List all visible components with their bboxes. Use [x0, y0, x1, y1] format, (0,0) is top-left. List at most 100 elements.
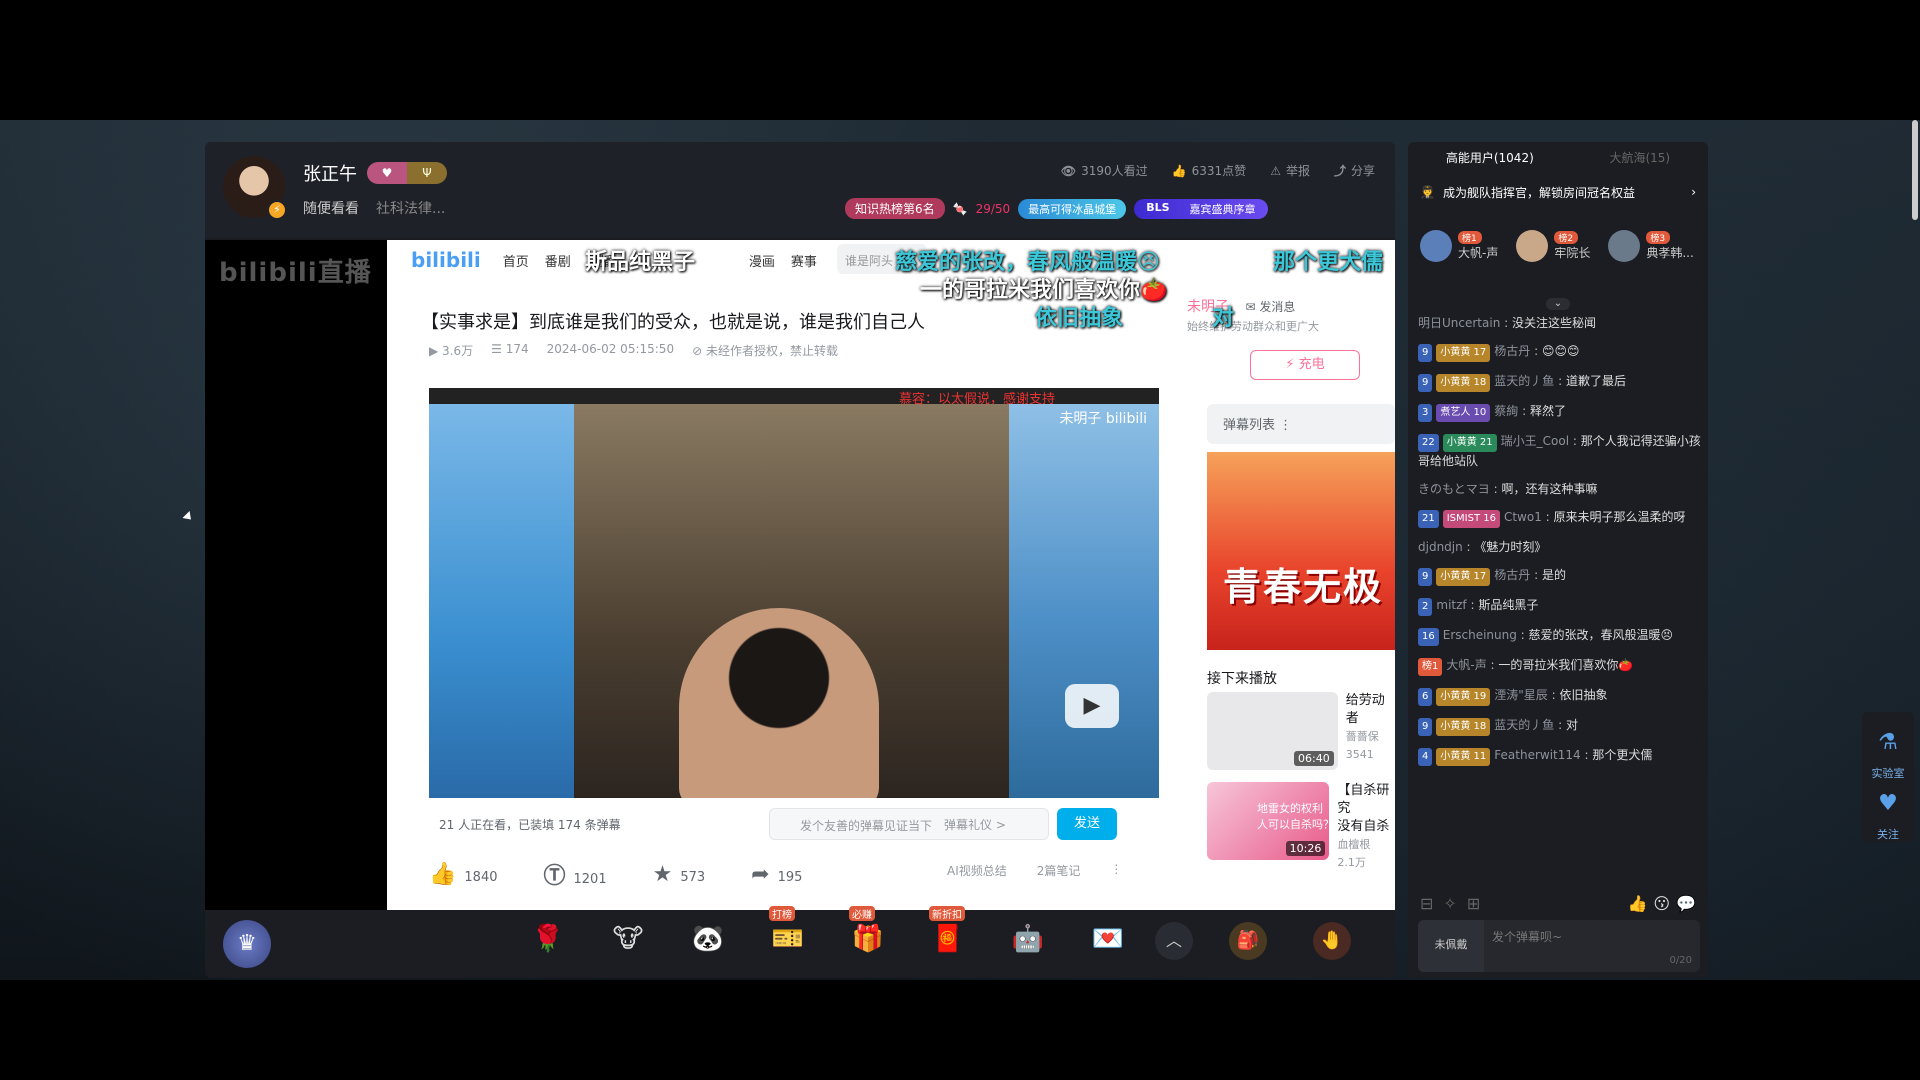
video-title: 【实事求是】到底谁是我们的受众，也就是说，谁是我们自己人 — [421, 312, 925, 333]
top-user[interactable]: 榜2 牢院长 — [1516, 230, 1590, 262]
lab-label[interactable]: 实验室 — [1872, 765, 1905, 781]
page-scrollbar[interactable] — [1912, 120, 1918, 220]
share-action: ➦ 195 — [751, 861, 803, 887]
report-button[interactable]: ⚠ 举报 — [1270, 162, 1310, 179]
share-button[interactable]: ⤴ 分享 — [1334, 162, 1375, 179]
duration: 06:40 — [1294, 751, 1334, 766]
chat-message: 9 小黄黄 17 杨古丹 : 是的 — [1418, 566, 1703, 586]
quick-emotes: 👍 😗 💬 — [1627, 894, 1696, 913]
chat-message: 4 小黄黄 11 Featherwit114 : 那个更犬儒 — [1418, 746, 1703, 766]
emoji-picker-icon[interactable]: ✧ — [1443, 894, 1456, 913]
chat-message: djdndjn : 《魅力时刻》 — [1418, 540, 1547, 554]
chat-messages[interactable]: 明日Uncertain : 没关注这些秘闻 9 小黄黄 17 杨古丹 : 😊😊😊 9… — [1418, 314, 1703, 862]
face-emote-icon[interactable]: 😗 — [1653, 894, 1670, 913]
recommend-info: 给劳动者 薔薔保 3541 — [1346, 692, 1395, 772]
send-message-link: ✉ 发消息 — [1245, 300, 1296, 314]
streamer-name[interactable]: 张正午 — [303, 160, 357, 186]
room-header: ⚡ 张正午 ♥ Ψ 随便看看 社科法律... 👁 3190人看过 👍 6331点赞 … — [205, 142, 1395, 238]
medal-wear-button[interactable]: 未佩戴 — [1418, 920, 1484, 972]
views-text: ▶ 3.6万 — [429, 344, 474, 358]
more-icon: ⋮ — [1110, 862, 1123, 876]
shared-screen-page: bilibili 首页 番剧 直播 漫画 赛事 谁是阿头 【实事求是】到底谁是我… — [387, 240, 1395, 910]
danmaku-style-icon[interactable]: ⊟ — [1420, 894, 1433, 913]
chat-message: 21 ISMIST 16 Ctwo1 : 原来未明子那么温柔的呀 — [1418, 508, 1703, 528]
watching-text: 21 人正在看，已装填 174 条弹幕 — [439, 817, 621, 832]
recommend-thumb: 地雷女的权利 人可以自杀吗？ 10:26 — [1207, 782, 1330, 860]
danmaku-item: 那个更犬儒 — [1273, 250, 1384, 275]
chevron-up-icon[interactable]: ︿ — [1155, 922, 1193, 960]
next-play-title: 接下来播放 — [1207, 671, 1277, 687]
danmaku-list-header: 弹幕列表 ⋮ — [1207, 404, 1395, 444]
notes-count: 2篇笔记 — [1036, 864, 1081, 878]
rank-pill[interactable]: 知识热榜第6名 — [845, 198, 945, 219]
chat-input[interactable]: 未佩戴 发个弹幕呗~ 0/20 — [1418, 920, 1700, 972]
bls-label: BLS — [1146, 200, 1170, 214]
avatar — [1516, 230, 1549, 262]
like-count[interactable]: 👍 6331点赞 — [1172, 162, 1247, 179]
gift-card-icon[interactable]: 打榜 🎫 — [765, 906, 811, 962]
gift-cow-icon[interactable]: 🐮 — [605, 916, 651, 962]
ai-summary: AI视频总结 — [947, 864, 1007, 878]
video-meta: ▶ 3.6万 ☰ 174 2024-06-02 05:15:50 ⊘ 未经作者授… — [429, 342, 838, 359]
recommend-uploader: 薔薔保 — [1345, 730, 1379, 743]
nav-item: 首页 — [502, 254, 529, 270]
crown-icon[interactable]: ♛ — [223, 920, 271, 968]
top-user[interactable]: 榜1 大帆-声 — [1420, 230, 1498, 262]
share-icon: ⤴ — [1333, 164, 1346, 178]
captain-icon: 🧑‍✈️ — [1420, 185, 1435, 199]
gold-gift-icon[interactable]: 🤚 — [1313, 922, 1351, 960]
area-secondary[interactable]: 社科法律... — [376, 198, 445, 218]
area-primary[interactable]: 随便看看 — [303, 198, 359, 218]
forward-icon: ➦ — [751, 861, 770, 887]
chat-message: きのもとマヨ : 啊，还有这种事嘛 — [1418, 482, 1598, 496]
gift-letter-icon[interactable]: 💌 — [1085, 916, 1131, 962]
follow-label[interactable]: 关注 — [1877, 826, 1899, 842]
like-emote-icon[interactable]: 👍 — [1627, 894, 1647, 913]
gift-flower-icon[interactable]: 🌹 — [525, 916, 571, 962]
heart-follow-icon[interactable]: ♥ — [1878, 791, 1898, 816]
avatar — [1420, 230, 1452, 262]
tab-high-energy[interactable]: 高能用户(1042) — [1446, 149, 1534, 166]
rank-badge: 榜3 — [1646, 231, 1671, 244]
room-stats: 👁 3190人看过 👍 6331点赞 ⚠ 举报 ⤴ 分享 — [1061, 162, 1375, 179]
chat-message: 16 Erscheinung : 慈爱的张改，春风般温暖😣 — [1418, 626, 1703, 646]
chat-input-placeholder[interactable]: 发个弹幕呗~ — [1484, 920, 1700, 972]
guard-banner[interactable]: 🧑‍✈️ 成为舰队指挥官，解锁房间冠名权益 › — [1420, 178, 1696, 206]
gift-list: 🌹 🐮 🐼 打榜 🎫 必赚 🎁 新折扣 🧧 🤖 💌 — [525, 906, 1131, 962]
recommend-info: 【自杀研究 没有自杀 血檀根 2.1万 — [1337, 782, 1395, 869]
ad-text: 青春无极 — [1223, 565, 1384, 609]
tab-guard[interactable]: 大航海(15) — [1609, 149, 1670, 166]
ice-castle-pill[interactable]: 最高可得冰晶城堡 — [1018, 198, 1127, 219]
uploader-info: 未明子 ✉ 发消息 始终维护劳动群众和更广大 — [1187, 296, 1319, 333]
top-user[interactable]: 榜3 典孝韩... — [1608, 230, 1694, 262]
chat-message: 3 煮艺人 10 蔡絢 : 释然了 — [1418, 402, 1703, 422]
recommend-views: 3541 — [1345, 748, 1374, 761]
live-video[interactable]: bilibili直播 bilibili 首页 番剧 直播 漫画 赛事 谁是阿头 … — [205, 240, 1395, 910]
fan-medal[interactable]: ♥ Ψ — [367, 162, 447, 184]
recommend-thumb: 06:40 — [1207, 692, 1338, 770]
gift-envelope-icon[interactable]: 新折扣 🧧 — [925, 906, 971, 962]
gift-panda-icon[interactable]: 🐼 — [685, 916, 731, 962]
gift-box-icon[interactable]: 必赚 🎁 — [845, 906, 891, 962]
chat-settings-icon[interactable]: ⊞ — [1467, 894, 1480, 913]
top-users: 榜1 大帆-声 榜2 牢院长 榜3 典孝韩... — [1420, 230, 1694, 262]
eye-icon: 👁 — [1060, 163, 1077, 178]
flask-icon[interactable]: ⚗ — [1878, 730, 1898, 755]
chat-message: 6 小黄黄 19 湮涛"星辰 : 依旧抽象 — [1418, 686, 1703, 706]
favorite-action: ★ 573 — [652, 861, 706, 887]
recommend-item: 地雷女的权利 人可以自杀吗？ 10:26 【自杀研究 没有自杀 血檀根 2.1万 — [1207, 782, 1395, 869]
bls-subtitle: 嘉宾盛典序章 — [1189, 202, 1256, 216]
seascape-screen — [1009, 404, 1159, 798]
top-user-name: 大帆-声 — [1458, 246, 1499, 260]
bag-icon[interactable]: 🎒 — [1229, 922, 1267, 960]
rank-badge: 榜2 — [1554, 231, 1579, 244]
bls-pill[interactable]: BLS 嘉宾盛典序章 — [1134, 198, 1268, 219]
thumb-up-icon: 👍 — [429, 861, 457, 887]
chat-bubble-icon[interactable]: 💬 — [1676, 894, 1696, 913]
chevron-down-icon[interactable]: ⌄ — [1546, 298, 1570, 310]
top-user-name: 典孝韩... — [1646, 246, 1694, 260]
gift-robot-icon[interactable]: 🤖 — [1005, 916, 1051, 962]
no-repost-text: ⊘ 未经作者授权，禁止转载 — [692, 344, 838, 358]
like-action: 👍 1840 — [429, 861, 498, 887]
comments-text: ☰ 174 — [491, 342, 529, 356]
